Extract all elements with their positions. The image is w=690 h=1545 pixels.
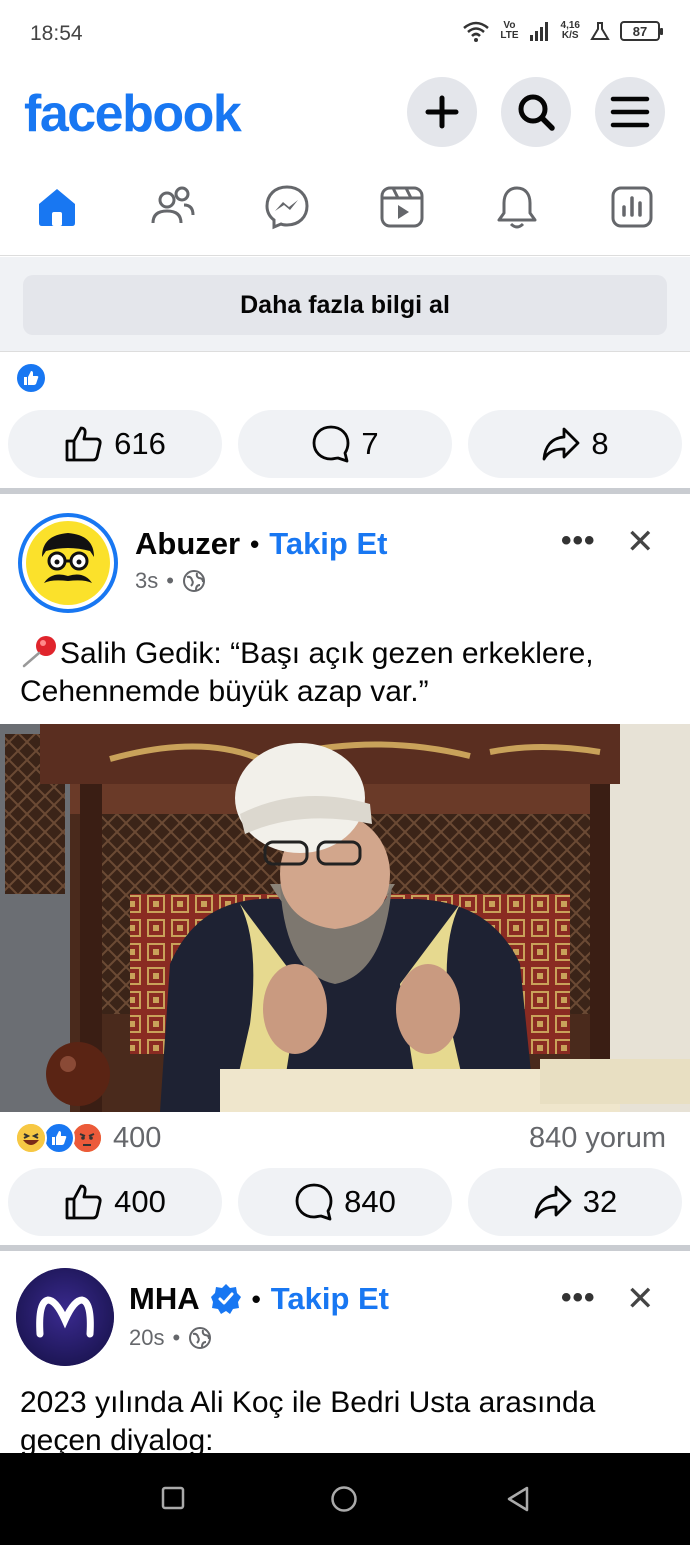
share-button[interactable]: 32	[468, 1168, 682, 1236]
recents-icon[interactable]	[160, 1485, 186, 1511]
post-meta: 20s •	[129, 1325, 212, 1351]
author-name[interactable]: Abuzer	[135, 526, 240, 562]
status-bar: 18:54 Vo LTE 4,16 K/S 87	[0, 0, 690, 70]
status-time: 18:54	[30, 22, 83, 45]
prev-post-actions: 616 7 8	[0, 410, 690, 480]
learn-more-button[interactable]: Daha fazla bilgi al	[23, 275, 667, 335]
like-count: 616	[114, 426, 166, 461]
battery-icon: 87	[620, 21, 663, 41]
avatar[interactable]	[18, 513, 118, 613]
like-icon	[65, 426, 102, 462]
tab-home[interactable]	[32, 182, 82, 232]
verified-badge-icon	[210, 1284, 241, 1314]
feed-divider	[0, 1245, 690, 1251]
nav-tabs	[0, 160, 690, 256]
reaction-summary[interactable]: 400 840 yorum	[0, 1118, 690, 1158]
search-button[interactable]	[501, 77, 571, 147]
share-count: 8	[591, 426, 609, 461]
facebook-logo[interactable]: facebook	[24, 84, 242, 144]
like-reaction-icon	[43, 1122, 75, 1154]
separator-dot: •	[250, 528, 260, 559]
share-icon	[542, 427, 580, 461]
wifi-icon	[463, 21, 490, 42]
like-button[interactable]: 616	[8, 410, 222, 478]
create-button[interactable]	[407, 77, 477, 147]
like-icon	[65, 1184, 102, 1220]
haha-reaction-icon	[15, 1122, 47, 1154]
comment-icon	[295, 1183, 333, 1221]
angry-reaction-icon	[71, 1122, 103, 1154]
friends-icon	[151, 186, 195, 224]
share-icon	[534, 1185, 572, 1219]
feed-divider	[0, 488, 690, 494]
separator-dot: •	[251, 1283, 261, 1314]
speed-label: 4,16 K/S	[560, 20, 580, 41]
menu-button[interactable]	[595, 77, 665, 147]
post-time[interactable]: 3s	[135, 568, 158, 594]
like-count: 400	[114, 1184, 166, 1219]
system-nav-bar	[0, 1453, 690, 1545]
reaction-icons	[15, 1122, 103, 1154]
post-image[interactable]	[0, 724, 690, 1112]
tab-video[interactable]	[377, 182, 427, 232]
post-time[interactable]: 20s	[129, 1325, 164, 1351]
mustache-avatar-icon	[26, 521, 110, 605]
back-icon[interactable]	[505, 1485, 531, 1513]
comment-button[interactable]: 840	[238, 1168, 452, 1236]
like-reaction-icon	[15, 362, 47, 394]
close-icon[interactable]: ✕	[626, 1279, 655, 1319]
post-author-line: Abuzer • Takip Et	[135, 526, 387, 562]
tab-notifications[interactable]	[492, 182, 542, 232]
post-actions: 400 840 32	[0, 1168, 690, 1238]
share-count: 32	[582, 1184, 618, 1219]
tab-messenger[interactable]	[262, 182, 312, 232]
globe-icon	[182, 570, 205, 592]
messenger-icon	[265, 185, 309, 230]
globe-icon	[189, 1327, 212, 1349]
close-icon[interactable]: ✕	[626, 522, 655, 562]
post-text: 2023 yılında Ali Koç ile Bedri Usta aras…	[20, 1386, 596, 1453]
author-name[interactable]: MHA	[129, 1281, 200, 1317]
comment-count: 7	[361, 426, 379, 461]
status-icons: Vo LTE 4,16 K/S 87	[462, 20, 663, 42]
volte-label: Vo LTE	[500, 20, 519, 41]
pushpin-icon	[20, 634, 60, 668]
comment-icon	[312, 425, 350, 463]
share-button[interactable]: 8	[468, 410, 682, 478]
post-author-line: MHA • Takip Et	[129, 1281, 389, 1317]
mha-logo-icon	[16, 1268, 114, 1366]
post-text: Salih Gedik: “Başı açık gezen erkeklere,…	[20, 634, 675, 711]
avatar[interactable]	[16, 1268, 114, 1366]
post-meta: 3s •	[135, 568, 206, 594]
comment-button[interactable]: 7	[238, 410, 452, 478]
dashboard-icon	[611, 186, 653, 228]
more-options-icon[interactable]: •••	[561, 1281, 596, 1315]
home-icon	[39, 189, 75, 226]
comment-count: 840	[344, 1184, 396, 1219]
cleric-photo	[0, 724, 690, 1112]
app-header: facebook	[0, 70, 690, 160]
tab-dashboard[interactable]	[607, 182, 657, 232]
reaction-count[interactable]: 400	[113, 1122, 161, 1155]
bell-icon	[497, 186, 537, 229]
comment-count-label[interactable]: 840 yorum	[529, 1122, 666, 1155]
more-options-icon[interactable]: •••	[561, 524, 596, 558]
video-icon	[380, 186, 424, 228]
follow-button[interactable]: Takip Et	[269, 526, 387, 562]
search-icon	[518, 94, 555, 131]
post-header: Abuzer • Takip Et 3s • ••• ✕	[0, 510, 690, 620]
signal-icon	[529, 22, 548, 41]
follow-button[interactable]: Takip Et	[271, 1281, 389, 1317]
lab-flask-icon	[590, 22, 610, 40]
cta-band: Daha fazla bilgi al	[0, 257, 690, 352]
plus-icon	[425, 95, 459, 129]
tab-friends[interactable]	[147, 182, 197, 232]
home-circle-icon[interactable]	[330, 1485, 358, 1513]
like-button[interactable]: 400	[8, 1168, 222, 1236]
menu-icon	[610, 96, 650, 128]
post-header: MHA • Takip Et 20s • ••• ✕	[0, 1265, 690, 1375]
